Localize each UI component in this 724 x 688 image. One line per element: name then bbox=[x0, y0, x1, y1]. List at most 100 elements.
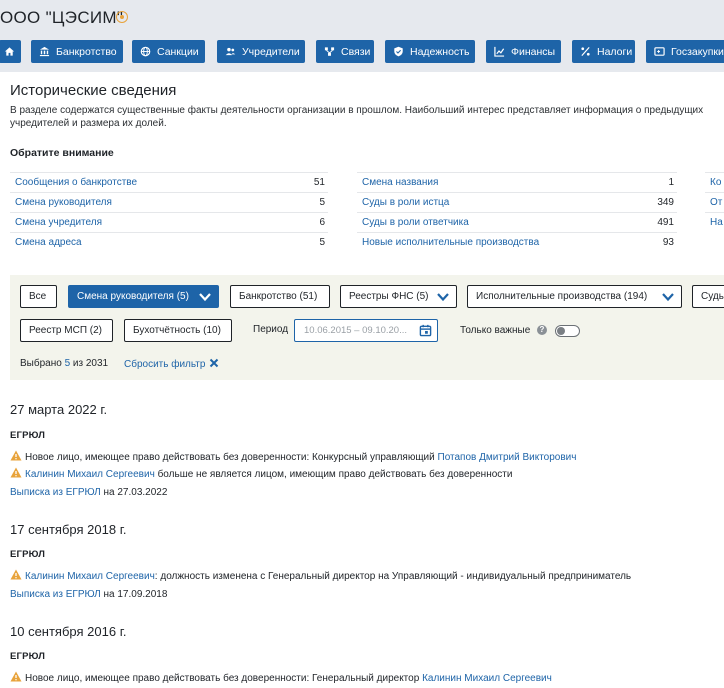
filter-fns-registers-dropdown[interactable]: Реестры ФНС (5) bbox=[340, 285, 457, 308]
stat-value: 349 bbox=[657, 197, 674, 208]
nav-procurement[interactable]: Госзакупки bbox=[646, 40, 724, 63]
filter-label: Смена руководителя (5) bbox=[77, 291, 189, 302]
stat-link[interactable]: Новые исполнительные производства bbox=[362, 237, 539, 248]
person-link[interactable]: Калинин Михаил Сергеевич bbox=[25, 571, 155, 582]
event-text: Новое лицо, имеющее право действовать бе… bbox=[25, 673, 423, 684]
chevron-down-icon bbox=[437, 293, 449, 302]
home-icon bbox=[4, 46, 15, 57]
stat-row[interactable]: Сообщения о банкротстве 51 bbox=[10, 172, 328, 192]
close-icon bbox=[210, 358, 219, 368]
extract-link[interactable]: Выписка из ЕГРЮЛ bbox=[10, 487, 101, 498]
stat-row[interactable]: Суды в роли истца 349 bbox=[357, 192, 677, 212]
nav-bankruptcy[interactable]: Банкротство bbox=[31, 40, 123, 63]
stat-link[interactable]: Смена названия bbox=[362, 177, 438, 188]
nav-links[interactable]: Связи bbox=[316, 40, 374, 63]
event-date: 17 сентября 2018 г. bbox=[10, 522, 127, 537]
stat-link[interactable]: Суды в роли истца bbox=[362, 197, 449, 208]
stat-row[interactable]: От bbox=[705, 192, 724, 212]
help-icon[interactable]: ? bbox=[537, 325, 547, 335]
nav-reliability[interactable]: Надежность bbox=[385, 40, 475, 63]
stat-link[interactable]: Смена учредителя bbox=[15, 217, 102, 228]
filter-label: Реестры ФНС (5) bbox=[349, 291, 429, 302]
filter-msp-registry-button[interactable]: Реестр МСП (2) bbox=[20, 319, 113, 342]
nav-procurement-label: Госзакупки bbox=[671, 45, 724, 58]
nav-links-label: Связи bbox=[341, 45, 371, 58]
nav-finance[interactable]: Финансы bbox=[486, 40, 561, 63]
filter-all-button[interactable]: Все bbox=[20, 285, 57, 308]
chevron-down-icon bbox=[662, 293, 674, 302]
event-source: ЕГРЮЛ bbox=[10, 430, 46, 441]
important-only-label: Только важные bbox=[460, 325, 531, 336]
company-title: ООО "ЦЭСИМ" bbox=[0, 8, 124, 27]
important-only-toggle[interactable] bbox=[555, 325, 580, 337]
stat-value: 51 bbox=[313, 177, 325, 188]
filter-bankruptcy-button[interactable]: Банкротство (51) bbox=[230, 285, 330, 308]
nav-sanctions[interactable]: Санкции bbox=[132, 40, 205, 63]
stat-row[interactable]: Смена названия 1 bbox=[357, 172, 677, 192]
period-value: 10.06.2015 – 09.10.20... bbox=[304, 325, 408, 336]
network-icon bbox=[324, 46, 335, 57]
stat-value: 5 bbox=[319, 197, 325, 208]
stat-link[interactable]: Смена адреса bbox=[15, 237, 82, 248]
nav-reliability-label: Надежность bbox=[410, 45, 470, 58]
event-item: Калинин Михаил Сергеевич: должность изме… bbox=[10, 569, 631, 582]
event-item: Новое лицо, имеющее право действовать бе… bbox=[10, 671, 552, 684]
stat-link[interactable]: Суды в роли ответчика bbox=[362, 217, 469, 228]
nav-finance-label: Финансы bbox=[511, 45, 556, 58]
selected-count: 5 bbox=[64, 358, 71, 369]
nav-sanctions-label: Санкции bbox=[157, 45, 199, 58]
stat-link[interactable]: От bbox=[710, 197, 722, 208]
reset-filter-link[interactable]: Сбросить фильтр bbox=[124, 358, 219, 370]
chart-icon bbox=[494, 46, 505, 57]
event-text: : должность изменена с Генеральный дирек… bbox=[154, 571, 632, 582]
warning-icon bbox=[10, 671, 22, 682]
stat-link[interactable]: Смена руководителя bbox=[15, 197, 112, 208]
stat-value: 1 bbox=[668, 177, 674, 188]
users-icon bbox=[225, 46, 236, 57]
stat-value: 6 bbox=[319, 217, 325, 228]
extract-link[interactable]: Выписка из ЕГРЮЛ bbox=[10, 589, 101, 600]
calendar-icon[interactable] bbox=[419, 324, 432, 337]
nav-bankruptcy-label: Банкротство bbox=[56, 45, 117, 58]
filter-courts-button[interactable]: Суды bbox=[692, 285, 724, 308]
filter-accounting-button[interactable]: Бухотчётность (10) bbox=[124, 319, 232, 342]
event-item: Новое лицо, имеющее право действовать бе… bbox=[10, 450, 576, 463]
stat-row[interactable]: Смена адреса 5 bbox=[10, 232, 328, 252]
extract-row: Выписка из ЕГРЮЛ на 27.03.2022 bbox=[10, 487, 167, 498]
filter-director-change-dropdown[interactable]: Смена руководителя (5) bbox=[68, 285, 219, 308]
stat-row[interactable]: Новые исполнительные производства 93 bbox=[357, 232, 677, 252]
reset-filter-label: Сбросить фильтр bbox=[124, 359, 206, 370]
stat-row[interactable]: Суды в роли ответчика 491 bbox=[357, 212, 677, 232]
nav-taxes-label: Налоги bbox=[597, 45, 633, 58]
filter-label: Все bbox=[29, 291, 47, 302]
warning-icon bbox=[10, 450, 22, 461]
stat-value: 93 bbox=[662, 237, 674, 248]
stat-row[interactable]: Смена руководителя 5 bbox=[10, 192, 328, 212]
period-input[interactable]: 10.06.2015 – 09.10.20... bbox=[294, 319, 438, 342]
filter-enforcement-dropdown[interactable]: Исполнительные производства (194) bbox=[467, 285, 682, 308]
person-link[interactable]: Калинин Михаил Сергеевич bbox=[25, 469, 155, 480]
nav-home[interactable] bbox=[0, 40, 21, 63]
stat-link[interactable]: На bbox=[710, 217, 723, 228]
event-source: ЕГРЮЛ bbox=[10, 549, 46, 560]
stat-link[interactable]: Сообщения о банкротстве bbox=[15, 177, 137, 188]
stat-row[interactable]: На bbox=[705, 212, 724, 232]
stat-row[interactable]: Смена учредителя 6 bbox=[10, 212, 328, 232]
person-link[interactable]: Калинин Михаил Сергеевич bbox=[422, 673, 552, 684]
nav-founders[interactable]: Учредители bbox=[217, 40, 305, 63]
person-link[interactable]: Потапов Дмитрий Викторович bbox=[438, 452, 577, 463]
chevron-down-icon bbox=[199, 293, 211, 302]
percent-icon bbox=[580, 46, 591, 57]
stat-link[interactable]: Ко bbox=[710, 177, 721, 188]
selected-prefix: Выбрано bbox=[20, 358, 62, 369]
status-badge-icon[interactable] bbox=[116, 11, 128, 23]
globe-icon bbox=[140, 46, 151, 57]
extract-row: Выписка из ЕГРЮЛ на 17.09.2018 bbox=[10, 589, 167, 600]
event-source: ЕГРЮЛ bbox=[10, 651, 46, 662]
event-item: Калинин Михаил Сергеевич больше не являе… bbox=[10, 467, 512, 480]
nav-taxes[interactable]: Налоги bbox=[572, 40, 635, 63]
period-label: Период bbox=[253, 324, 289, 335]
stat-row[interactable]: Ко bbox=[705, 172, 724, 192]
shield-icon bbox=[393, 46, 404, 57]
filter-label: Исполнительные производства (194) bbox=[476, 291, 648, 302]
